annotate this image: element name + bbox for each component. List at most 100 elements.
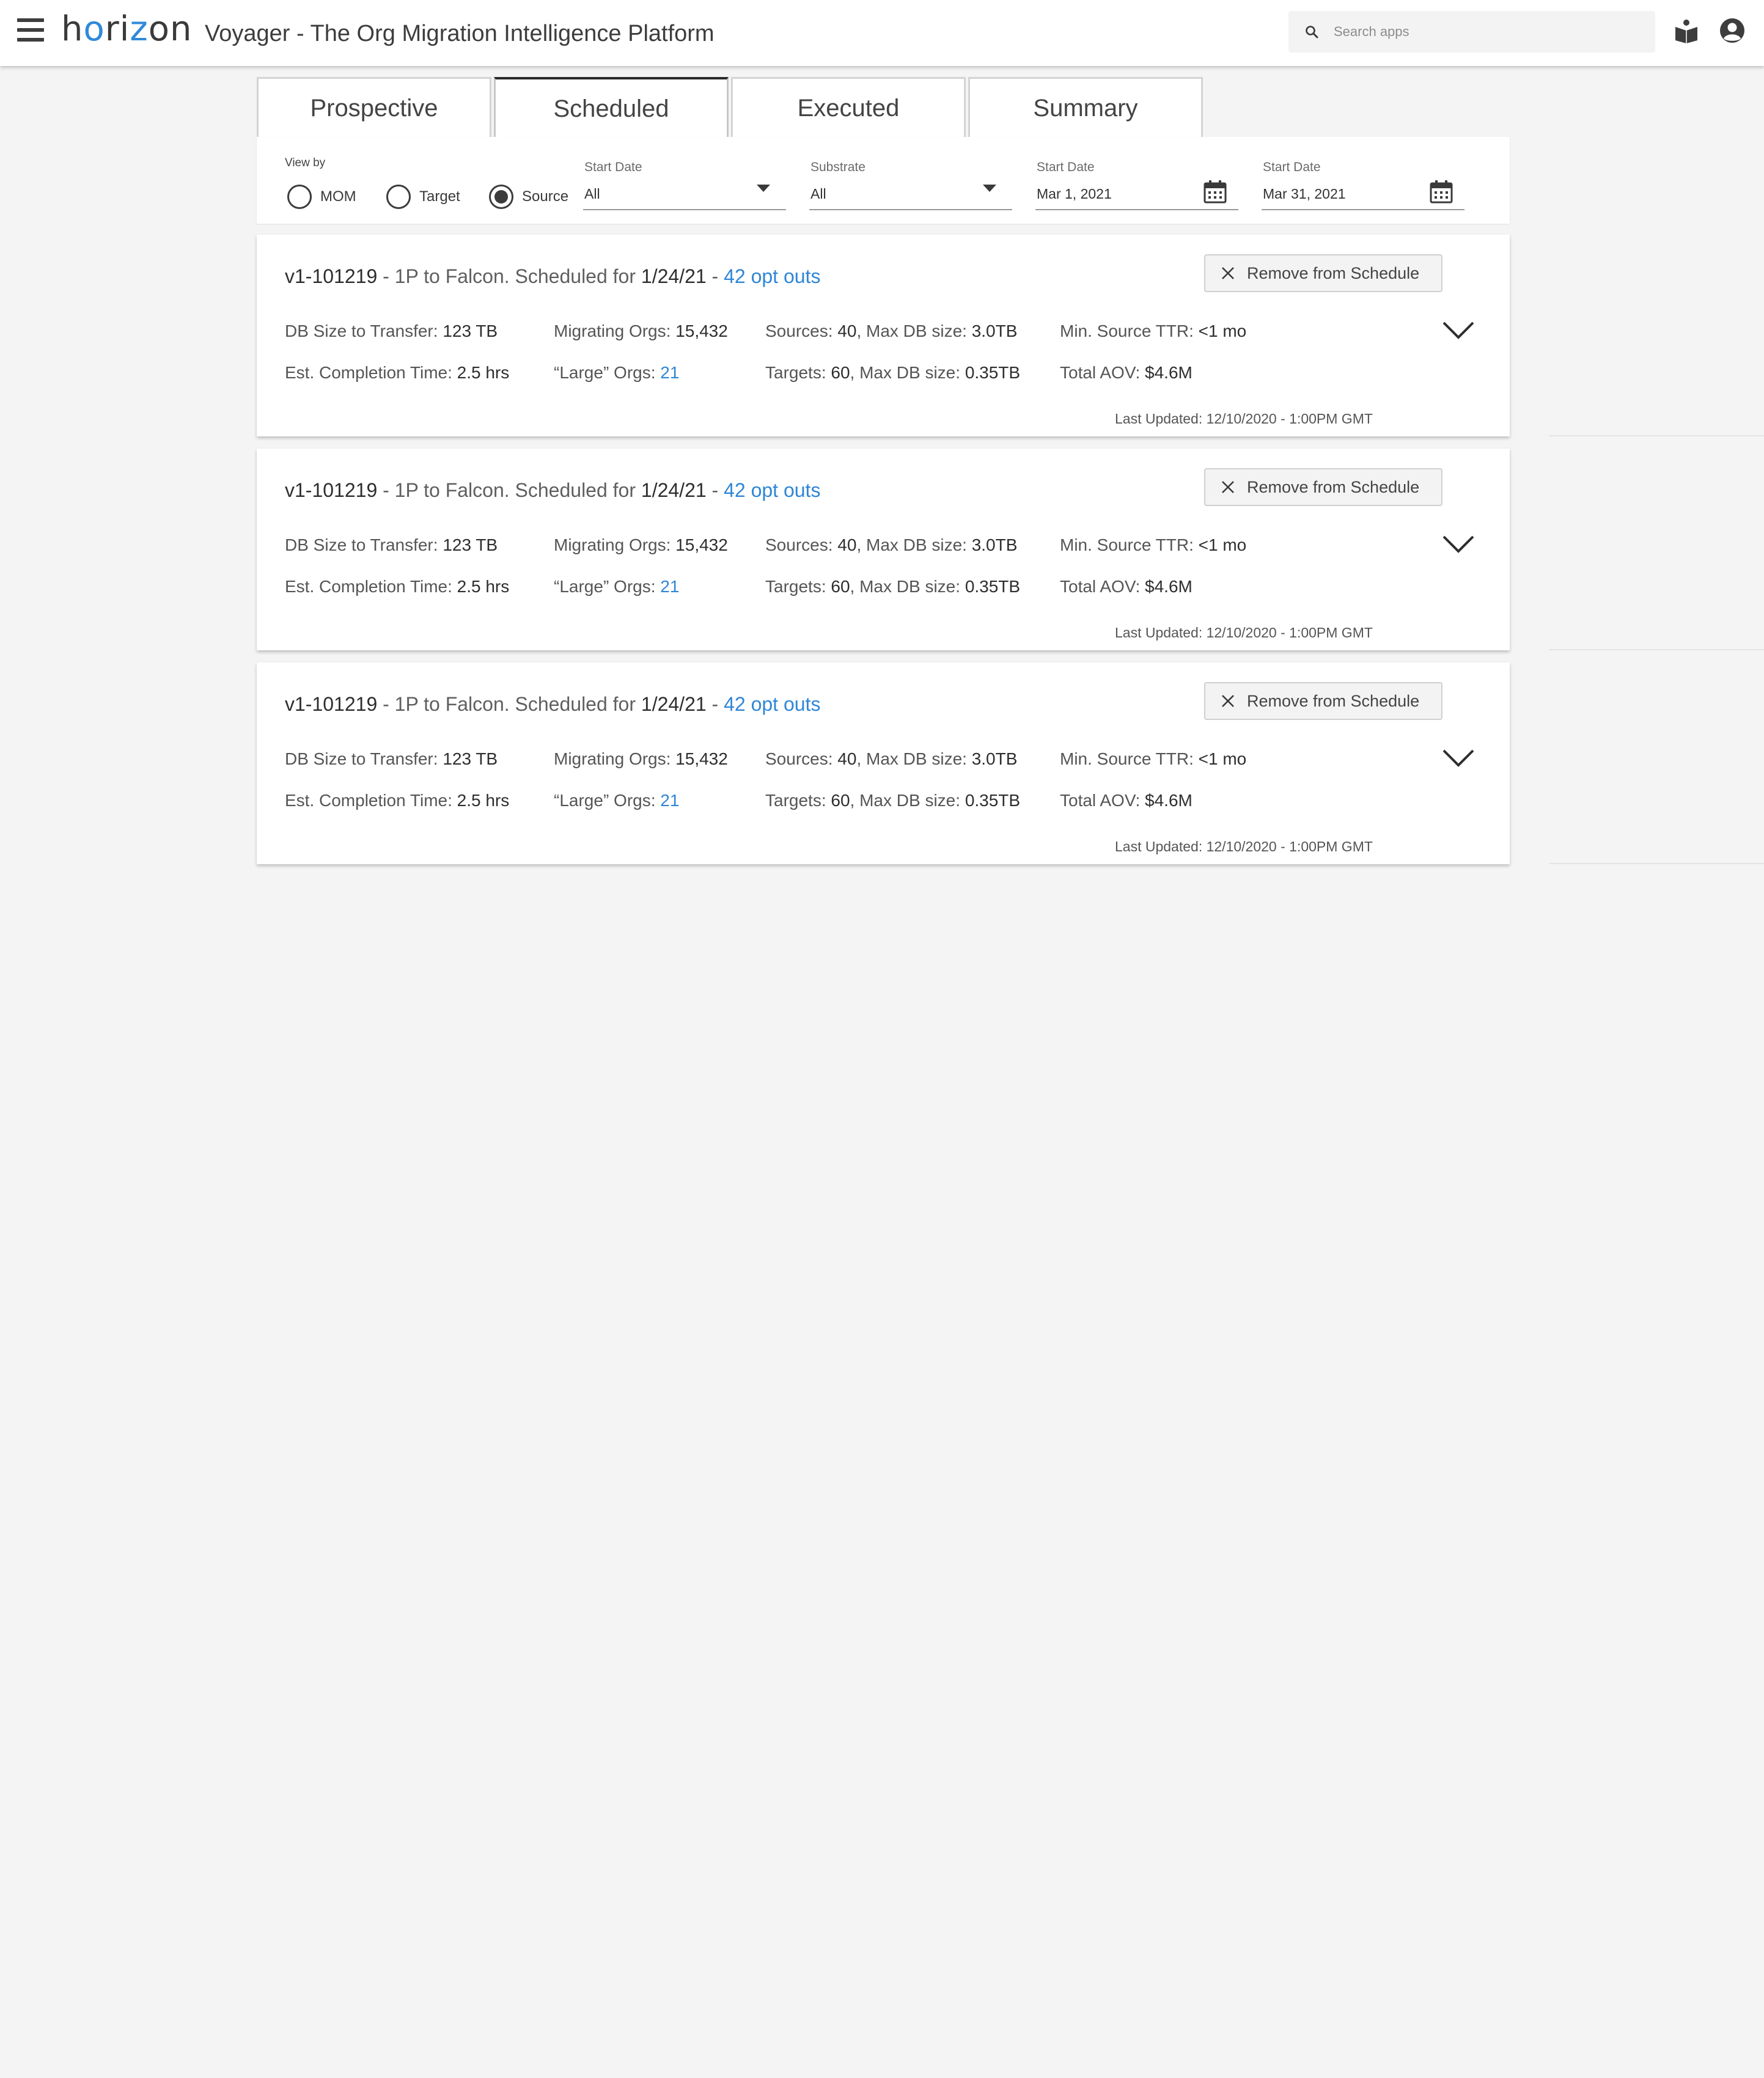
caret-down-icon — [983, 185, 996, 192]
card-date: 1/24/21 — [641, 479, 707, 501]
stat-label: DB Size to Transfer: — [285, 749, 443, 768]
chevron-down-icon[interactable] — [1441, 533, 1476, 554]
stat-label: Migrating Orgs: — [554, 749, 676, 768]
card-id: v1-101219 — [285, 265, 378, 287]
remove-from-schedule-button[interactable]: Remove from Schedule — [1204, 468, 1442, 506]
stat-value: $4.6M — [1145, 363, 1193, 382]
schedule-card: v1-101219 - 1P to Falcon. Scheduled for … — [257, 449, 1510, 650]
close-icon — [1222, 481, 1234, 493]
view-by-label: View by — [285, 156, 326, 169]
large-orgs-stat: “Large” Orgs: 21 — [554, 791, 679, 810]
remove-from-schedule-button[interactable]: Remove from Schedule — [1204, 682, 1442, 720]
button-label: Remove from Schedule — [1247, 263, 1420, 282]
stat-label: Min. Source TTR: — [1060, 321, 1199, 340]
stat-value: 2.5 hrs — [457, 363, 510, 382]
opt-outs-link[interactable]: 42 opt outs — [724, 479, 820, 501]
tab-executed[interactable]: Executed — [731, 77, 966, 138]
migrating-orgs-stat: Migrating Orgs: 15,432 — [554, 535, 728, 555]
migrating-orgs-stat: Migrating Orgs: 15,432 — [554, 749, 728, 769]
targets-stat: Targets: 60, Max DB size: 0.35TB — [765, 791, 1020, 810]
stat-value: 15,432 — [675, 749, 728, 768]
stat-label: Est. Completion Time: — [285, 577, 457, 596]
start-date-dropdown[interactable]: Start Date All — [583, 160, 786, 210]
stat-value: 3.0TB — [971, 535, 1018, 554]
search-input[interactable] — [1334, 24, 1639, 40]
opt-outs-link[interactable]: 42 opt outs — [724, 265, 820, 287]
horizon-logo[interactable]: horizon — [61, 10, 193, 49]
stat-label: “Large” Orgs: — [554, 363, 661, 382]
stat-label: Total AOV: — [1060, 577, 1145, 596]
field-value: Mar 1, 2021 — [1037, 186, 1112, 202]
ttr-stat: Min. Source TTR: <1 mo — [1060, 321, 1246, 341]
chevron-down-icon[interactable] — [1441, 319, 1476, 340]
card-title-text: - 1P to Falcon. Scheduled for — [377, 265, 641, 287]
card-date: 1/24/21 — [641, 265, 707, 287]
search-box[interactable] — [1288, 11, 1655, 53]
radio-circle[interactable] — [287, 185, 312, 209]
stat-label: “Large” Orgs: — [554, 791, 661, 810]
stat-label: DB Size to Transfer: — [285, 535, 443, 554]
opt-outs-link[interactable]: 42 opt outs — [724, 693, 820, 715]
chevron-down-icon[interactable] — [1441, 747, 1476, 768]
card-separator: - — [706, 479, 724, 501]
stat-value: <1 mo — [1198, 535, 1247, 554]
card-separator: - — [706, 693, 724, 715]
field-value: All — [584, 186, 600, 202]
sources-stat: Sources: 40, Max DB size: 3.0TB — [765, 321, 1017, 341]
calendar-icon[interactable] — [1429, 180, 1453, 204]
calendar-icon[interactable] — [1203, 180, 1227, 204]
user-icon[interactable] — [1719, 17, 1746, 44]
menu-icon[interactable] — [17, 18, 44, 42]
field-label: Substrate — [810, 160, 865, 174]
stat-label: , Max DB size: — [856, 749, 972, 768]
tab-scheduled[interactable]: Scheduled — [494, 77, 729, 138]
radio-mom[interactable]: MOM — [287, 185, 356, 209]
stat-value: 60 — [831, 577, 850, 596]
stat-value: 123 TB — [443, 535, 498, 554]
radio-target[interactable]: Target — [386, 185, 460, 209]
ttr-stat: Min. Source TTR: <1 mo — [1060, 749, 1246, 769]
sources-stat: Sources: 40, Max DB size: 3.0TB — [765, 535, 1017, 555]
card-title: v1-101219 - 1P to Falcon. Scheduled for … — [285, 265, 820, 288]
schedule-card: v1-101219 - 1P to Falcon. Scheduled for … — [257, 663, 1510, 864]
stat-value: 40 — [837, 321, 857, 340]
tab-prospective[interactable]: Prospective — [257, 77, 491, 138]
completion-stat: Est. Completion Time: 2.5 hrs — [285, 363, 509, 383]
radio-circle-selected[interactable] — [489, 185, 513, 209]
stat-value: 3.0TB — [971, 749, 1018, 768]
radio-circle[interactable] — [386, 185, 411, 209]
stat-value: 40 — [837, 535, 857, 554]
large-orgs-link[interactable]: 21 — [660, 577, 679, 596]
large-orgs-link[interactable]: 21 — [660, 791, 679, 810]
ttr-stat: Min. Source TTR: <1 mo — [1060, 535, 1246, 555]
card-id: v1-101219 — [285, 479, 378, 501]
stat-value: 15,432 — [675, 535, 728, 554]
card-date: 1/24/21 — [641, 693, 707, 715]
stat-value: <1 mo — [1198, 749, 1247, 768]
tab-summary[interactable]: Summary — [968, 77, 1203, 138]
db-size-stat: DB Size to Transfer: 123 TB — [285, 749, 498, 769]
stat-label: “Large” Orgs: — [554, 577, 661, 596]
stat-label: Min. Source TTR: — [1060, 749, 1199, 768]
last-updated: Last Updated: 12/10/2020 - 1:00PM GMT — [1115, 625, 1373, 641]
large-orgs-stat: “Large” Orgs: 21 — [554, 363, 679, 383]
remove-from-schedule-button[interactable]: Remove from Schedule — [1204, 254, 1442, 292]
radio-source[interactable]: Source — [489, 185, 568, 209]
aov-stat: Total AOV: $4.6M — [1060, 791, 1193, 810]
large-orgs-link[interactable]: 21 — [660, 363, 679, 382]
db-size-stat: DB Size to Transfer: 123 TB — [285, 535, 498, 555]
start-date-picker[interactable]: Start Date Mar 1, 2021 — [1035, 160, 1238, 210]
targets-stat: Targets: 60, Max DB size: 0.35TB — [765, 577, 1020, 597]
card-title: v1-101219 - 1P to Falcon. Scheduled for … — [285, 479, 820, 502]
book-icon[interactable] — [1674, 18, 1699, 44]
card-title-text: - 1P to Falcon. Scheduled for — [377, 693, 641, 715]
end-date-picker[interactable]: Start Date Mar 31, 2021 — [1262, 160, 1464, 210]
stat-label: Targets: — [765, 791, 831, 810]
divider — [1549, 649, 1764, 650]
aov-stat: Total AOV: $4.6M — [1060, 577, 1193, 597]
card-title-text: - 1P to Falcon. Scheduled for — [377, 479, 641, 501]
substrate-dropdown[interactable]: Substrate All — [809, 160, 1012, 210]
stat-label: , Max DB size: — [850, 791, 965, 810]
field-label: Start Date — [584, 160, 642, 174]
stat-value: $4.6M — [1145, 577, 1193, 596]
